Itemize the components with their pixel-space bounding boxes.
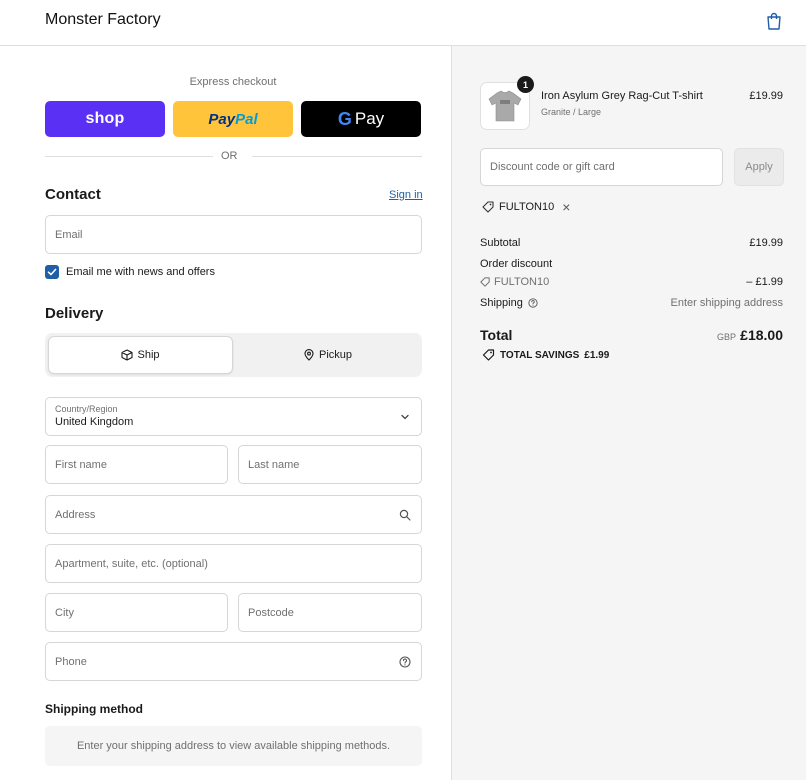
subtotal-value: £19.99	[749, 237, 783, 249]
brand-name[interactable]: Monster Factory	[45, 11, 161, 29]
address-field[interactable]: Address	[45, 495, 422, 534]
shipping-method-heading: Shipping method	[45, 702, 143, 716]
first-name-field[interactable]: First name	[45, 445, 228, 484]
phone-placeholder: Phone	[55, 655, 87, 668]
city-field[interactable]: City	[45, 593, 228, 632]
newsletter-checkbox[interactable]	[45, 265, 59, 279]
city-placeholder: City	[55, 606, 74, 619]
shop-pay-button[interactable]: shop	[45, 101, 165, 137]
checkout-form: Express checkout shop Pay Pal G Pay OR Co…	[0, 46, 451, 780]
discount-code-input[interactable]: Discount code or gift card	[480, 148, 723, 186]
order-discount-code: FULTON10	[494, 276, 550, 288]
country-value: United Kingdom	[55, 416, 134, 428]
address-placeholder: Address	[55, 508, 96, 521]
newsletter-label[interactable]: Email me with news and offers	[66, 266, 215, 278]
order-discount-code-row: FULTON10	[480, 276, 549, 288]
country-label: Country/Region	[55, 404, 118, 414]
tag-icon	[482, 201, 494, 213]
chevron-down-icon	[401, 414, 409, 419]
shipping-value: Enter shipping address	[670, 297, 783, 309]
tab-pickup[interactable]: Pickup	[235, 336, 420, 374]
delivery-heading: Delivery	[45, 305, 104, 322]
tag-icon-small	[480, 277, 490, 287]
checkmark-icon	[47, 268, 57, 276]
subtotal-label: Subtotal	[480, 237, 521, 249]
box-icon	[121, 349, 134, 361]
total-value: £18.00	[740, 327, 783, 343]
order-discount-label: Order discount	[480, 258, 553, 270]
last-name-placeholder: Last name	[248, 458, 300, 471]
paypal-logo-part2: Pal	[235, 110, 258, 128]
divider-left	[45, 156, 213, 157]
applied-discount-chip: FULTON10 ×	[482, 197, 570, 217]
apply-button[interactable]: Apply	[734, 148, 784, 186]
product-name: Iron Asylum Grey Rag-Cut T-shirt	[541, 90, 703, 102]
country-select[interactable]: Country/Region United Kingdom	[45, 397, 422, 436]
applied-discount-code: FULTON10	[499, 201, 555, 213]
savings-value: £1.99	[584, 349, 610, 361]
phone-field[interactable]: Phone	[45, 642, 422, 681]
product-variant: Granite / Large	[541, 107, 602, 117]
postcode-field[interactable]: Postcode	[238, 593, 422, 632]
header: Monster Factory	[0, 0, 806, 46]
divider-right	[252, 156, 422, 157]
currency-code: GBP	[716, 332, 736, 342]
shipping-row: Shipping	[480, 297, 538, 309]
tab-ship-label: Ship	[137, 349, 160, 361]
help-circle-icon-shipping[interactable]	[528, 298, 538, 308]
google-pay-button[interactable]: G Pay	[301, 101, 421, 137]
last-name-field[interactable]: Last name	[238, 445, 422, 484]
tab-ship[interactable]: Ship	[48, 336, 233, 374]
savings-tag-icon	[482, 349, 495, 361]
first-name-placeholder: First name	[55, 458, 107, 471]
shop-pay-logo: shop	[85, 110, 125, 127]
paypal-logo-part1: Pay	[208, 110, 236, 128]
contact-heading: Contact	[45, 186, 101, 203]
tab-pickup-label: Pickup	[318, 349, 353, 361]
quantity-badge: 1	[517, 76, 534, 93]
discount-placeholder: Discount code or gift card	[490, 161, 615, 173]
or-divider-text: OR	[221, 150, 238, 162]
express-checkout-label: Express checkout	[189, 76, 277, 88]
postcode-placeholder: Postcode	[248, 606, 294, 619]
product-price: £19.99	[749, 90, 783, 102]
order-summary: 1 Iron Asylum Grey Rag-Cut T-shirt Grani…	[451, 46, 806, 780]
total-savings: TOTAL SAVINGS £1.99	[482, 349, 609, 361]
location-pin-icon	[304, 349, 314, 361]
order-discount-value: – £1.99	[746, 276, 783, 288]
remove-discount-icon[interactable]: ×	[562, 199, 570, 215]
sign-in-link[interactable]: Sign in	[389, 189, 423, 201]
paypal-button[interactable]: Pay Pal	[173, 101, 293, 137]
apartment-field[interactable]: Apartment, suite, etc. (optional)	[45, 544, 422, 583]
apartment-placeholder: Apartment, suite, etc. (optional)	[55, 557, 208, 570]
search-icon	[399, 509, 411, 521]
email-field[interactable]: Email	[45, 215, 422, 254]
savings-label: TOTAL SAVINGS	[500, 349, 580, 361]
shopping-bag-icon[interactable]	[766, 12, 782, 30]
shipping-method-note: Enter your shipping address to view avai…	[45, 726, 422, 766]
google-g-icon: G	[337, 108, 352, 129]
shipping-label: Shipping	[480, 297, 523, 309]
delivery-method-tabs: Ship Pickup	[45, 333, 422, 377]
total-label: Total	[480, 327, 513, 343]
help-circle-icon[interactable]	[399, 655, 411, 668]
email-placeholder: Email	[55, 228, 83, 241]
google-pay-label: Pay	[354, 109, 385, 128]
